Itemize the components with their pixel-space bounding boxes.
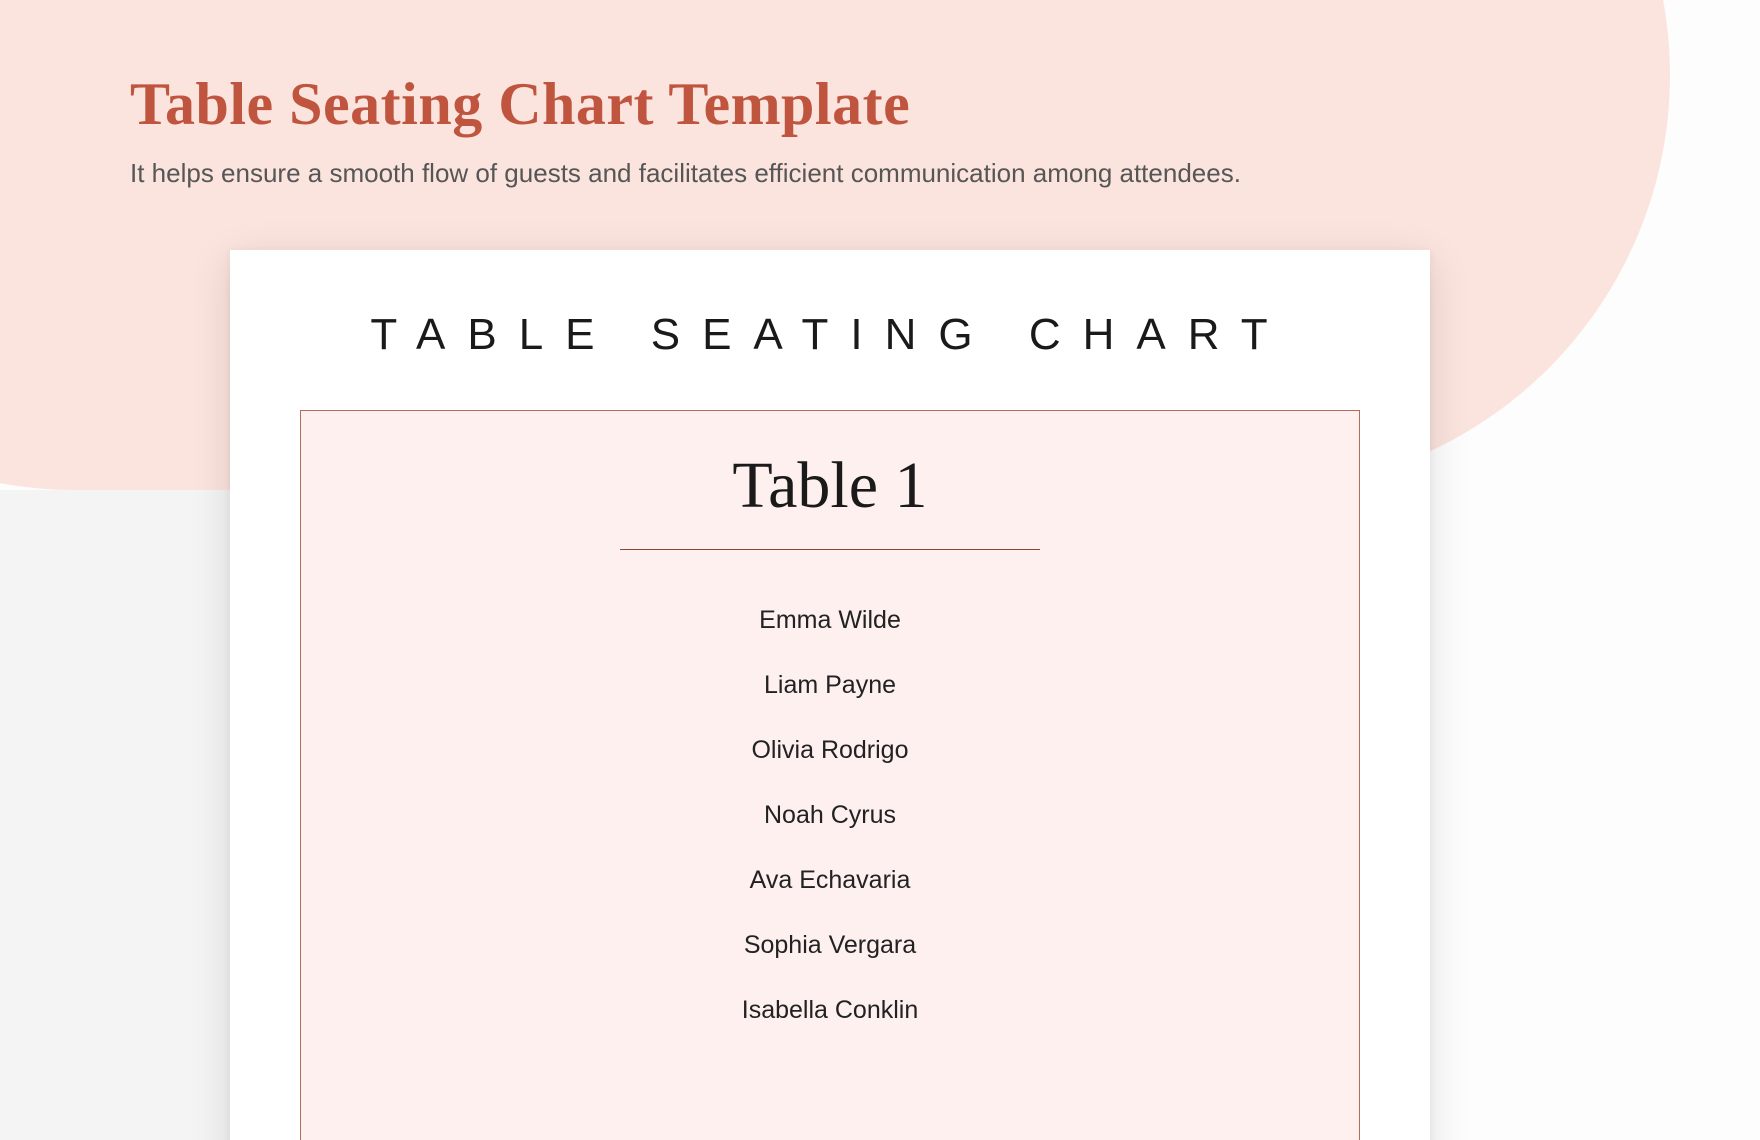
guest-name: Isabella Conklin <box>742 996 919 1025</box>
table-frame: Table 1 Emma Wilde Liam Payne Olivia Rod… <box>300 410 1360 1140</box>
page-title: Table Seating Chart Template <box>130 70 910 139</box>
document-card: TABLE SEATING CHART Table 1 Emma Wilde L… <box>230 250 1430 1140</box>
guest-name: Noah Cyrus <box>764 801 896 830</box>
guest-list: Emma Wilde Liam Payne Olivia Rodrigo Noa… <box>301 606 1359 1025</box>
guest-name: Ava Echavaria <box>750 866 911 895</box>
guest-name: Emma Wilde <box>759 606 901 635</box>
page-subtitle: It helps ensure a smooth flow of guests … <box>130 158 1241 189</box>
guest-name: Liam Payne <box>764 671 896 700</box>
divider-line <box>620 549 1040 550</box>
guest-name: Sophia Vergara <box>744 931 916 960</box>
chart-title: TABLE SEATING CHART <box>230 310 1430 360</box>
guest-name: Olivia Rodrigo <box>751 736 908 765</box>
table-label: Table 1 <box>301 453 1359 519</box>
template-preview-stage: Table Seating Chart Template It helps en… <box>0 0 1760 1140</box>
grey-background-block <box>0 490 230 1140</box>
